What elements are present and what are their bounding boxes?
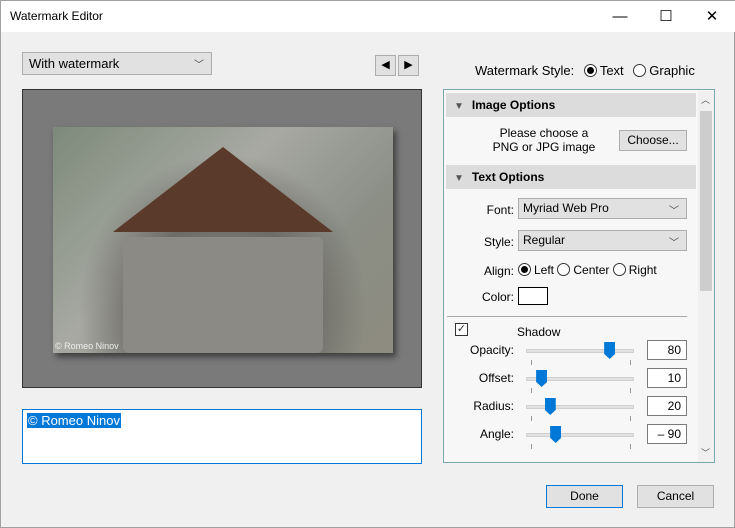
preset-dropdown[interactable]: With watermark ﹀ xyxy=(22,52,212,75)
previous-button[interactable]: ◀ xyxy=(375,55,396,76)
checkmark-icon: ✓ xyxy=(456,323,467,335)
photo-stones xyxy=(123,237,323,353)
slider-tick xyxy=(630,388,631,393)
scroll-up-icon[interactable]: ︿ xyxy=(701,93,710,106)
slider-label: Opacity: xyxy=(469,343,514,357)
slider-handle[interactable] xyxy=(604,342,616,359)
slider-track[interactable] xyxy=(526,433,634,437)
slider-tick xyxy=(630,360,631,365)
slider-label: Offset: xyxy=(478,371,514,385)
title-bar: Watermark Editor — ☐ ✕ xyxy=(1,1,735,32)
scroll-down-icon[interactable]: ﹀ xyxy=(701,446,710,459)
style-value: Regular xyxy=(523,233,566,247)
maximize-button[interactable]: ☐ xyxy=(643,1,689,32)
image-hint: Please choose a PNG or JPG image xyxy=(474,126,614,154)
hint-line-2: PNG or JPG image xyxy=(492,140,596,154)
font-label: Font: xyxy=(486,203,514,217)
slider-value-field[interactable]: 20 xyxy=(647,396,687,416)
align-label: Align: xyxy=(483,264,514,278)
font-dropdown[interactable]: Myriad Web Pro ﹀ xyxy=(518,198,687,219)
radio-empty-icon xyxy=(557,263,571,276)
slider-label: Radius: xyxy=(473,399,514,413)
chevron-down-icon: ﹀ xyxy=(669,238,679,249)
align-center-radio[interactable]: Center xyxy=(557,263,609,277)
shadow-checkbox[interactable]: ✓ xyxy=(455,323,468,336)
watermark-text-value: © Romeo Ninov xyxy=(27,413,121,428)
minimize-button[interactable]: — xyxy=(597,1,643,32)
slider-track[interactable] xyxy=(526,405,634,409)
watermark-style-group: Watermark Style: Text Graphic xyxy=(475,63,695,78)
collapse-triangle-icon: ▼ xyxy=(454,173,464,184)
divider xyxy=(447,316,687,317)
slider-tick xyxy=(531,444,532,449)
watermark-style-label: Watermark Style: xyxy=(475,63,575,78)
image-options-header[interactable]: ▼ Image Options xyxy=(446,93,696,117)
slider-value-field[interactable]: 80 xyxy=(647,340,687,360)
slider-label: Angle: xyxy=(479,427,514,441)
slider-handle[interactable] xyxy=(544,398,556,415)
slider-tick xyxy=(531,360,532,365)
close-button[interactable]: ✕ xyxy=(689,1,735,32)
align-right-radio[interactable]: Right xyxy=(612,263,657,277)
next-button[interactable]: ▶ xyxy=(398,55,419,76)
cancel-button[interactable]: Cancel xyxy=(637,485,714,508)
watermark-text-input[interactable]: © Romeo Ninov xyxy=(22,409,422,464)
watermark-preview: © Romeo Ninov xyxy=(55,341,119,351)
color-swatch[interactable] xyxy=(518,287,548,305)
radio-graphic[interactable]: Graphic xyxy=(633,63,695,78)
scrollbar[interactable]: ︿ ﹀ xyxy=(698,91,714,462)
font-value: Myriad Web Pro xyxy=(523,201,609,215)
photo-roof xyxy=(113,147,333,232)
style-label: Style: xyxy=(483,235,514,249)
preset-value: With watermark xyxy=(29,56,120,71)
slider-value-field[interactable]: 10 xyxy=(647,368,687,388)
slider-handle[interactable] xyxy=(536,370,548,387)
slider-tick xyxy=(630,444,631,449)
align-left-radio[interactable]: Left xyxy=(518,263,554,277)
slider-tick xyxy=(531,388,532,393)
chevron-down-icon: ﹀ xyxy=(669,206,679,217)
preview-area: © Romeo Ninov xyxy=(22,89,422,388)
text-options-header[interactable]: ▼ Text Options xyxy=(446,165,696,189)
slider-tick xyxy=(531,416,532,421)
window-title: Watermark Editor xyxy=(10,9,103,23)
done-button[interactable]: Done xyxy=(546,485,623,508)
radio-selected-icon xyxy=(518,263,531,276)
radio-selected-icon xyxy=(583,64,597,77)
hint-line-1: Please choose a xyxy=(499,126,589,140)
color-label: Color: xyxy=(481,290,514,304)
collapse-triangle-icon: ▼ xyxy=(454,101,464,112)
shadow-label: Shadow xyxy=(517,325,561,339)
radio-empty-icon xyxy=(612,263,626,276)
scrollbar-thumb[interactable] xyxy=(700,111,712,291)
slider-value-field[interactable]: – 90 xyxy=(647,424,687,444)
options-panel: ▼ Image Options Please choose a PNG or JP… xyxy=(443,89,715,463)
slider-tick xyxy=(630,416,631,421)
slider-handle[interactable] xyxy=(550,426,562,443)
radio-text[interactable]: Text xyxy=(583,63,624,78)
chevron-down-icon: ﹀ xyxy=(194,60,204,71)
preview-photo: © Romeo Ninov xyxy=(53,127,393,353)
align-group: Left Center Right xyxy=(518,263,657,277)
slider-track[interactable] xyxy=(526,349,634,353)
choose-button[interactable]: Choose... xyxy=(619,130,687,151)
style-dropdown[interactable]: Regular ﹀ xyxy=(518,230,687,251)
radio-empty-icon xyxy=(633,64,647,77)
